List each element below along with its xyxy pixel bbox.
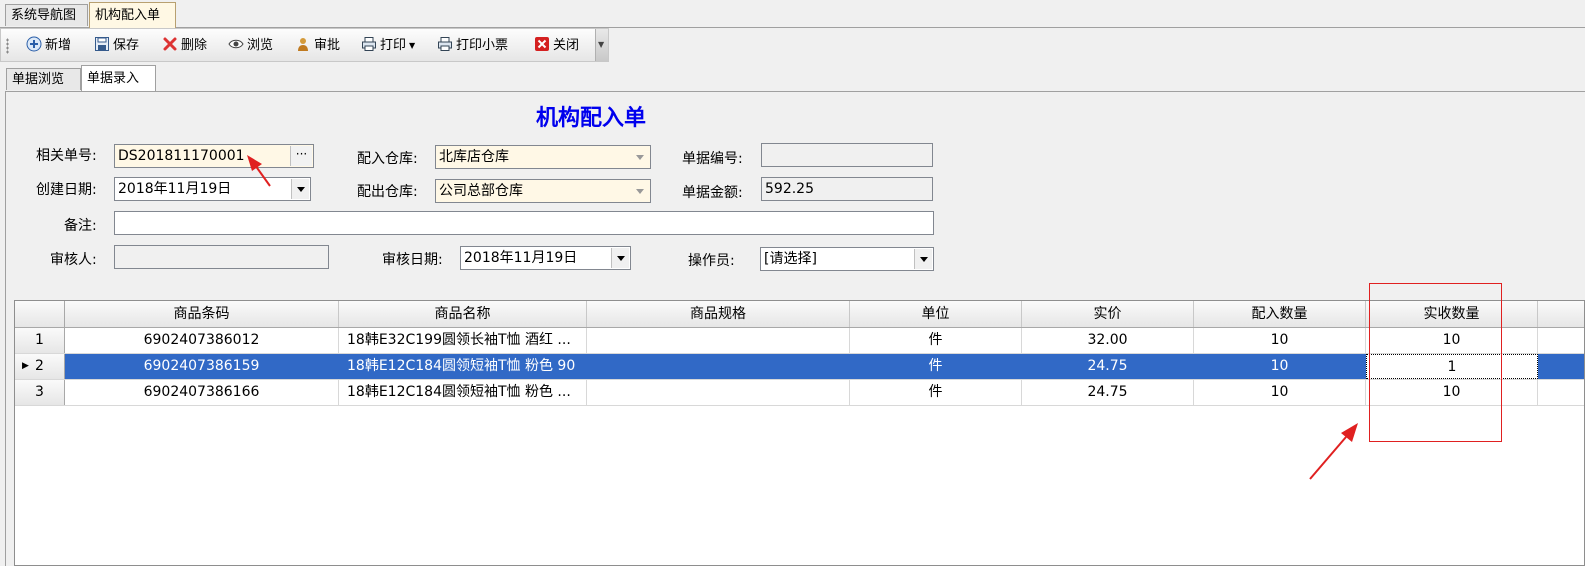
arrow-to-related-no-icon bbox=[247, 155, 271, 187]
annotation-arrows bbox=[247, 155, 1358, 480]
arrow-to-recv-qty-icon bbox=[1309, 423, 1358, 480]
